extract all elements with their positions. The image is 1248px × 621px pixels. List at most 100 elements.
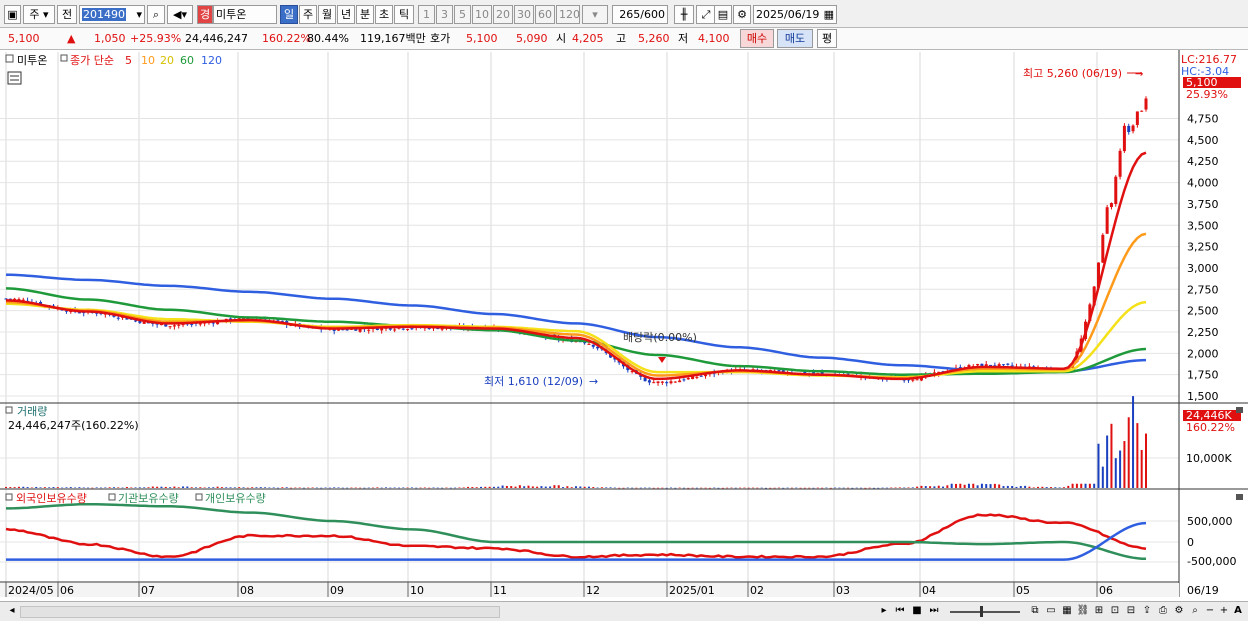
period-day[interactable]: 일	[280, 5, 298, 24]
interval-10[interactable]: 10	[472, 5, 492, 24]
volume-bar	[734, 487, 737, 489]
layout-icon[interactable]: ▣	[4, 5, 21, 24]
volume-bar	[514, 486, 517, 488]
volume-bar	[544, 486, 547, 488]
date-field[interactable]: 2025/06/19 ▦	[753, 5, 837, 24]
volume-bar	[52, 487, 55, 488]
volume-bar	[700, 487, 703, 489]
panel-menu-icon[interactable]	[5, 54, 14, 63]
period-minute[interactable]: 분	[356, 5, 374, 24]
window-icon[interactable]: ▭	[1044, 604, 1058, 620]
eval-button[interactable]: 평	[817, 29, 837, 48]
calculator-icon[interactable]	[7, 71, 22, 85]
pin-icon[interactable]: ⊞	[1092, 604, 1106, 620]
speaker-icon[interactable]: ◀▾	[167, 5, 193, 24]
candle-body	[976, 364, 980, 366]
volume-bar	[505, 485, 508, 488]
x-axis-label: 04	[922, 584, 936, 597]
count-field[interactable]: 265/600	[612, 5, 668, 24]
volume-bar	[199, 487, 202, 488]
candle-body	[116, 317, 120, 319]
period-month[interactable]: 월	[318, 5, 336, 24]
candle-icon[interactable]: ╫	[674, 5, 694, 24]
export-icon[interactable]: ⇪	[1140, 604, 1154, 620]
volume-bar	[229, 487, 232, 488]
stop-icon[interactable]: ■	[910, 604, 924, 620]
stock-chart[interactable]: 미투온 종가 단순 5 10 20 60 120 LC:216.77 HC:-3…	[0, 50, 1248, 601]
period-week[interactable]: 주	[299, 5, 317, 24]
sell-button[interactable]: 매도	[777, 29, 813, 48]
buy-button[interactable]: 매수	[740, 29, 774, 48]
volume-bar	[56, 487, 59, 488]
stock-name-field[interactable]: 미투온	[213, 5, 277, 24]
volume-bar	[950, 483, 953, 488]
draw-tool-icon[interactable]: ⤢	[696, 5, 716, 24]
volume-bar	[898, 487, 901, 488]
period-tick[interactable]: 틱	[394, 5, 414, 24]
volume-bar	[264, 487, 267, 488]
settings-icon[interactable]: ⚙	[1172, 604, 1186, 620]
x-axis-label: 05	[1016, 584, 1030, 597]
volume-bar	[91, 487, 94, 489]
bid-price: 5,090	[516, 32, 548, 45]
link-icon[interactable]: ⛓	[1076, 604, 1090, 620]
zoom-out-icon[interactable]: −	[1204, 604, 1216, 620]
rewind-icon[interactable]: ⏮	[893, 604, 907, 620]
volume-close-icon[interactable]	[1236, 407, 1243, 413]
volume-bar	[246, 487, 249, 489]
holding-close-icon[interactable]	[1236, 494, 1243, 500]
forward-icon[interactable]: ⏭	[927, 604, 941, 620]
legend-menu-icon[interactable]	[60, 54, 68, 62]
interval-dropdown[interactable]: ▾	[582, 5, 608, 24]
interval-60[interactable]: 60	[535, 5, 555, 24]
save-icon[interactable]: ▤	[714, 5, 732, 24]
holding-menu-icon[interactable]	[5, 493, 13, 501]
code-input[interactable]: 201490 ▾	[79, 5, 145, 24]
gear-icon[interactable]: ⚙	[733, 5, 751, 24]
turnover-rate: 80.44%	[307, 32, 349, 45]
volume-bar	[281, 487, 284, 488]
scroll-right-icon[interactable]: ▸	[878, 604, 890, 620]
market-select[interactable]: 주 ▾	[23, 5, 55, 24]
candle-body	[699, 375, 703, 377]
prev-button[interactable]: 전	[57, 5, 77, 24]
volume-bar	[376, 487, 379, 488]
period-year[interactable]: 년	[337, 5, 355, 24]
volume-bar	[1110, 423, 1113, 488]
volume-bar	[903, 487, 906, 489]
volume-bar	[600, 487, 603, 488]
volume-bar	[1132, 396, 1135, 488]
legend-prefix: 종가 단순	[70, 54, 114, 67]
volume-bar	[695, 487, 698, 489]
zoom-icon[interactable]: ⌕	[1188, 604, 1202, 620]
layer-icon[interactable]: ⊟	[1124, 604, 1138, 620]
scrollbar-track[interactable]	[20, 606, 500, 618]
scrollbar-thumb[interactable]	[21, 607, 499, 617]
text-size-button[interactable]: A	[1232, 604, 1244, 620]
chart-type-icon[interactable]: ⊡	[1108, 604, 1122, 620]
ask-price: 5,100	[466, 32, 498, 45]
interval-30[interactable]: 30	[514, 5, 534, 24]
interval-3[interactable]: 3	[436, 5, 453, 24]
zoom-in-icon[interactable]: +	[1218, 604, 1230, 620]
volume-bar	[993, 483, 996, 488]
scroll-left-icon[interactable]: ◂	[6, 604, 18, 620]
volume-menu-icon[interactable]	[5, 406, 13, 414]
interval-5[interactable]: 5	[454, 5, 471, 24]
zoom-slider-handle[interactable]	[980, 606, 983, 617]
volume-bar	[1024, 485, 1027, 488]
volume-bar	[998, 484, 1001, 488]
interval-1[interactable]: 1	[418, 5, 435, 24]
search-icon[interactable]: ⌕	[147, 5, 165, 24]
candle-body	[401, 328, 405, 330]
interval-120[interactable]: 120	[556, 5, 580, 24]
zoom-slider[interactable]	[950, 606, 1020, 617]
period-second[interactable]: 초	[375, 5, 393, 24]
print-icon[interactable]: ⎙	[1156, 604, 1170, 620]
volume-bar	[255, 487, 258, 488]
copy-icon[interactable]: ⧉	[1028, 604, 1042, 620]
grid-icon[interactable]: ▦	[1060, 604, 1074, 620]
volume-bar	[795, 487, 798, 489]
interval-20[interactable]: 20	[493, 5, 513, 24]
warning-badge: 경	[197, 5, 213, 24]
